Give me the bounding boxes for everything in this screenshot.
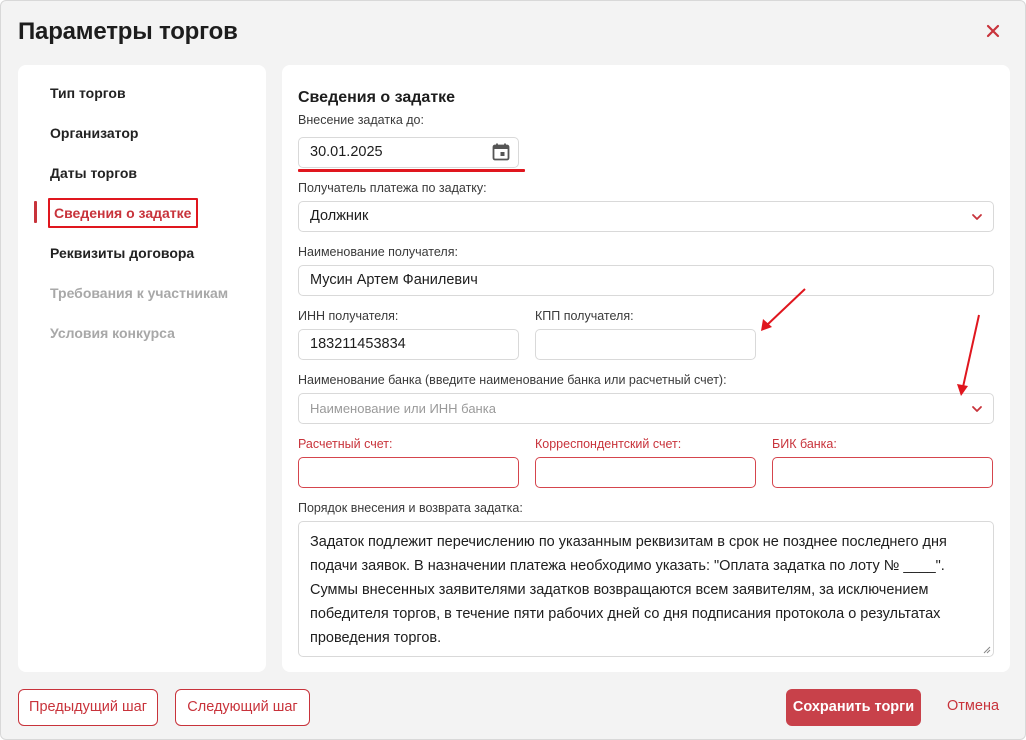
cancel-button[interactable]: Отмена bbox=[947, 698, 999, 714]
next-step-button[interactable]: Следующий шаг bbox=[175, 689, 310, 726]
recipient-name-label: Наименование получателя: bbox=[298, 245, 458, 259]
sidebar-item-contest-conditions: Условия конкурса bbox=[50, 325, 175, 341]
payment-recipient-label: Получатель платежа по задатку: bbox=[298, 181, 487, 195]
sidebar-item-trade-dates[interactable]: Даты торгов bbox=[50, 165, 137, 181]
calendar-icon[interactable] bbox=[491, 142, 511, 162]
bik-field[interactable] bbox=[772, 457, 993, 488]
sidebar-item-organizer[interactable]: Организатор bbox=[50, 125, 138, 141]
deposit-form-panel: Сведения о задатке Внесение задатка до: … bbox=[282, 65, 1010, 672]
account-field[interactable] bbox=[298, 457, 519, 488]
account-label: Расчетный счет: bbox=[298, 437, 393, 451]
deposit-procedure-label: Порядок внесения и возврата задатка: bbox=[298, 501, 523, 515]
kpp-field[interactable] bbox=[535, 329, 756, 360]
deposit-deadline-field[interactable]: 30.01.2025 bbox=[298, 137, 519, 168]
inn-label: ИНН получателя: bbox=[298, 309, 399, 323]
kpp-label: КПП получателя: bbox=[535, 309, 634, 323]
corr-account-field[interactable] bbox=[535, 457, 756, 488]
deposit-deadline-label: Внесение задатка до: bbox=[298, 113, 424, 127]
chevron-down-icon bbox=[972, 406, 982, 412]
close-icon[interactable] bbox=[983, 21, 1003, 41]
inn-value: 183211453834 bbox=[310, 336, 406, 352]
deposit-procedure-text: Задаток подлежит перечислению по указанн… bbox=[310, 534, 947, 646]
resize-grip-icon[interactable] bbox=[983, 646, 991, 654]
section-title: Сведения о задатке bbox=[298, 89, 456, 106]
sidebar-item-trade-type[interactable]: Тип торгов bbox=[50, 85, 126, 101]
bank-name-label: Наименование банка (введите наименование… bbox=[298, 373, 727, 387]
deposit-deadline-value: 30.01.2025 bbox=[310, 144, 383, 160]
recipient-name-field[interactable]: Мусин Артем Фанилевич bbox=[298, 265, 994, 296]
modal-title: Параметры торгов bbox=[18, 18, 238, 45]
payment-recipient-select[interactable]: Должник bbox=[298, 201, 994, 232]
payment-recipient-value: Должник bbox=[310, 208, 369, 224]
sidebar-item-participant-requirements: Требования к участникам bbox=[50, 285, 229, 301]
sidebar-item-deposit-info[interactable]: Сведения о задатке bbox=[48, 198, 199, 228]
save-trade-button[interactable]: Сохранить торги bbox=[786, 689, 921, 726]
bank-name-placeholder: Наименование или ИНН банка bbox=[310, 401, 496, 416]
bank-name-select[interactable]: Наименование или ИНН банка bbox=[298, 393, 994, 424]
inn-field[interactable]: 183211453834 bbox=[298, 329, 519, 360]
steps-sidebar: Тип торгов Организатор Даты торгов Сведе… bbox=[18, 65, 266, 672]
bik-label: БИК банка: bbox=[772, 437, 837, 451]
corr-account-label: Корреспондентский счет: bbox=[535, 437, 682, 451]
chevron-down-icon bbox=[972, 214, 982, 220]
deposit-procedure-textarea[interactable]: Задаток подлежит перечислению по указанн… bbox=[298, 521, 994, 657]
trade-params-modal: Параметры торгов Тип торгов Организатор … bbox=[0, 0, 1026, 740]
sidebar-item-contract-details[interactable]: Реквизиты договора bbox=[50, 245, 194, 261]
recipient-name-value: Мусин Артем Фанилевич bbox=[310, 272, 478, 288]
prev-step-button[interactable]: Предыдущий шаг bbox=[18, 689, 158, 726]
active-step-marker bbox=[34, 201, 37, 223]
date-highlight-underline bbox=[298, 169, 525, 172]
